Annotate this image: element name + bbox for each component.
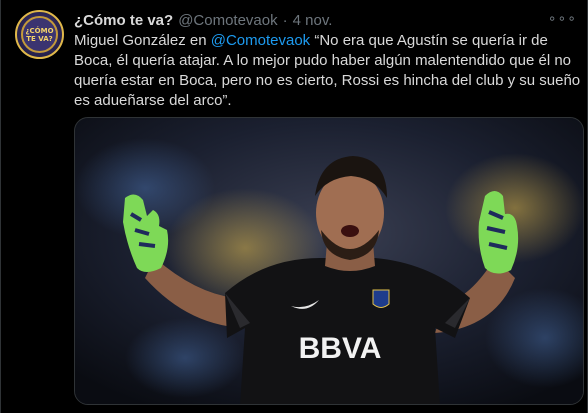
mention-link[interactable]: @Comotevaok <box>211 32 310 49</box>
avatar-logo-line1: ¿CÓMO <box>25 26 54 35</box>
tweet-text: Miguel González en @Comotevaok “No era q… <box>74 31 584 111</box>
more-options-icon[interactable]: ∘∘∘ <box>548 11 577 25</box>
tweet-text-prefix: Miguel González en <box>74 32 211 49</box>
avatar-logo: ¿CÓMO TE VA? <box>21 16 58 53</box>
goalkeeper-photo: BBVA <box>75 118 583 404</box>
tweet-header: ¿Cómo te va? @Comotevaok · 4 nov. <box>74 10 332 30</box>
user-handle[interactable]: @Comotevaok <box>178 12 277 29</box>
display-name[interactable]: ¿Cómo te va? <box>74 12 173 29</box>
avatar-logo-line2: TE VA? <box>26 34 53 43</box>
tweet-card[interactable]: ¿CÓMO TE VA? ¿Cómo te va? @Comotevaok · … <box>0 0 588 413</box>
more-options-glyph: ∘∘∘ <box>547 10 577 26</box>
separator-dot: · <box>282 11 288 29</box>
profile-avatar[interactable]: ¿CÓMO TE VA? <box>15 10 64 59</box>
tweet-date[interactable]: 4 nov. <box>293 12 333 29</box>
jersey-sponsor: BBVA <box>299 332 382 365</box>
tweet-media-image[interactable]: BBVA <box>74 117 584 405</box>
